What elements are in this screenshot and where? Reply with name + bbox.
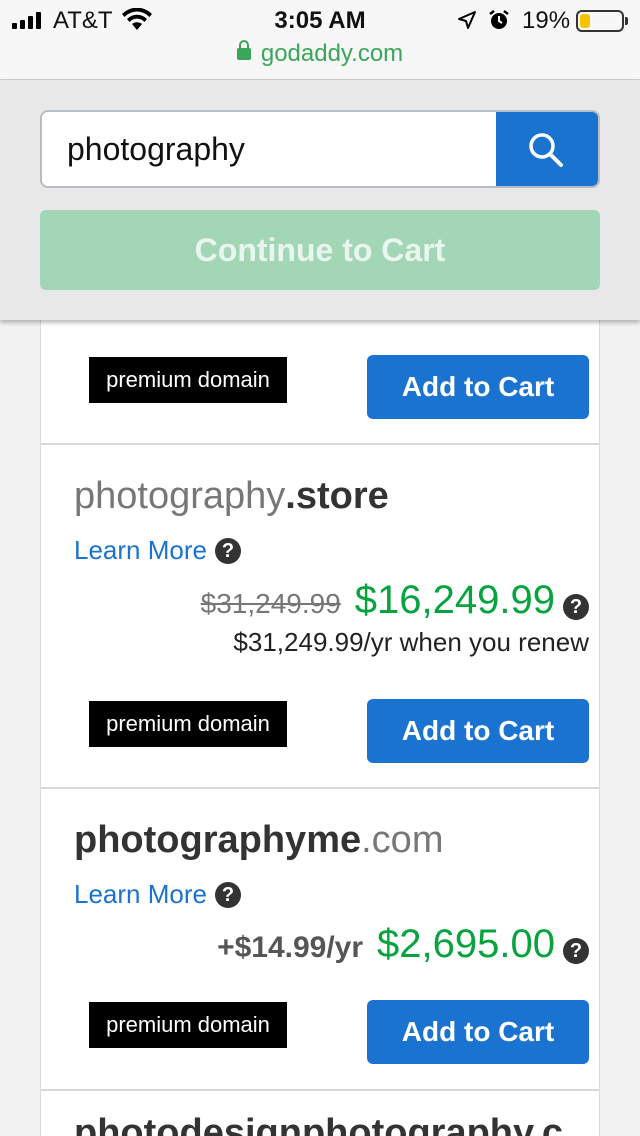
price-help-icon[interactable]: ? bbox=[563, 594, 589, 620]
domain-results-list: premium domain Add to Cart photography.s… bbox=[40, 300, 600, 1136]
domain-result-card: premium domain Add to Cart bbox=[41, 300, 599, 445]
domain-sld: photography bbox=[74, 475, 286, 517]
renewal-price: $31,249.99/yr when you renew bbox=[233, 627, 589, 657]
learn-more-link[interactable]: Learn More? bbox=[74, 879, 241, 910]
original-price: $31,249.99 bbox=[200, 588, 341, 619]
battery-icon bbox=[576, 10, 628, 32]
domain-name-partial: photodesignphotography.c bbox=[74, 1112, 564, 1136]
lock-icon bbox=[236, 40, 251, 60]
search-button[interactable] bbox=[496, 112, 598, 186]
domain-search-bar bbox=[40, 110, 600, 188]
sale-price: $16,249.99 bbox=[354, 578, 555, 622]
continue-to-cart-button[interactable]: Continue to Cart bbox=[40, 210, 600, 290]
search-panel: Continue to Cart bbox=[0, 80, 640, 320]
price-row: $31,249.99 $16,249.99 ? bbox=[201, 578, 589, 623]
alarm-icon bbox=[489, 10, 509, 29]
domain-tld: .com bbox=[361, 819, 444, 861]
price-help-icon[interactable]: ? bbox=[563, 938, 589, 964]
domain-result-card: photography.store Learn More? $31,249.99… bbox=[41, 445, 599, 789]
location-arrow-icon bbox=[458, 11, 476, 29]
status-bar: AT&T 3:05 AM 19% bbox=[0, 0, 640, 40]
search-icon bbox=[529, 133, 563, 167]
search-input[interactable] bbox=[42, 112, 498, 186]
addon-price: +$14.99/yr bbox=[217, 931, 364, 964]
add-to-cart-button[interactable]: Add to Cart bbox=[367, 355, 589, 419]
battery-percent: 19% bbox=[522, 7, 571, 34]
add-to-cart-button[interactable]: Add to Cart bbox=[367, 1000, 589, 1064]
domain-tld: .store bbox=[285, 475, 389, 517]
add-to-cart-button[interactable]: Add to Cart bbox=[367, 699, 589, 763]
price-row: +$14.99/yr $2,695.00 ? bbox=[217, 922, 589, 967]
url-bar[interactable]: godaddy.com bbox=[0, 40, 640, 68]
premium-domain-badge: premium domain bbox=[89, 1002, 287, 1048]
domain-name: photographyme.com bbox=[74, 819, 443, 862]
premium-domain-badge: premium domain bbox=[89, 701, 287, 747]
domain-name: photography.store bbox=[74, 475, 389, 518]
browser-top-bar: AT&T 3:05 AM 19% godaddy.com bbox=[0, 0, 640, 80]
learn-more-link[interactable]: Learn More? bbox=[74, 535, 241, 566]
premium-domain-badge: premium domain bbox=[89, 357, 287, 403]
url-text: godaddy.com bbox=[260, 40, 404, 67]
domain-result-card: photographyme.com Learn More? +$14.99/yr… bbox=[41, 789, 599, 1091]
domain-sld: photographyme bbox=[74, 819, 362, 861]
sale-price: $2,695.00 bbox=[377, 922, 555, 966]
learn-more-label: Learn More bbox=[74, 535, 207, 565]
help-icon[interactable]: ? bbox=[214, 538, 241, 564]
learn-more-label: Learn More bbox=[74, 879, 207, 909]
help-icon[interactable]: ? bbox=[214, 882, 241, 908]
